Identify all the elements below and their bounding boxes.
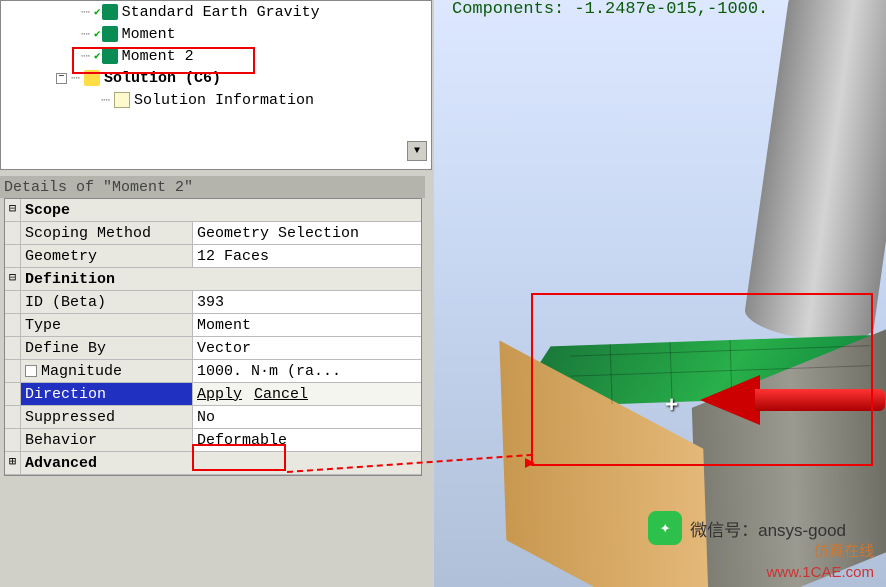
tree-item-gravity[interactable]: ┈✔ Standard Earth Gravity: [1, 1, 431, 23]
apply-button[interactable]: Apply: [197, 386, 242, 403]
row-scoping-method[interactable]: Scoping Method Geometry Selection: [5, 222, 421, 245]
check-icon: ✔: [94, 27, 101, 41]
check-icon: ✔: [94, 5, 101, 19]
annotation-arrowhead: [525, 458, 535, 468]
section-header: Definition: [21, 268, 421, 290]
expand-icon[interactable]: ⊞: [5, 452, 21, 474]
row-define-by[interactable]: Define By Vector: [5, 337, 421, 360]
collapse-icon[interactable]: −: [56, 73, 67, 84]
prop-key: Type: [21, 314, 193, 336]
components-readout: Components: -1.2487e-015,-1000.: [452, 0, 768, 19]
prop-key: Suppressed: [21, 406, 193, 428]
prop-value: Apply Cancel: [193, 383, 421, 405]
row-type[interactable]: Type Moment: [5, 314, 421, 337]
watermark-url: www.1CAE.com: [766, 564, 874, 581]
load-icon: [102, 26, 118, 42]
cancel-button[interactable]: Cancel: [254, 386, 308, 403]
prop-key: Geometry: [21, 245, 193, 267]
prop-value[interactable]: Vector: [193, 337, 421, 359]
load-icon: [102, 4, 118, 20]
wechat-text: 微信号：ansys-good: [690, 516, 846, 541]
section-scope[interactable]: ⊟ Scope: [5, 199, 421, 222]
prop-value[interactable]: No: [193, 406, 421, 428]
watermark-cn: 仿真在线: [814, 540, 874, 561]
prop-value[interactable]: 393: [193, 291, 421, 313]
scroll-down-button[interactable]: ▼: [407, 141, 427, 161]
prop-key: Behavior: [21, 429, 193, 451]
collapse-icon[interactable]: ⊟: [5, 268, 21, 290]
row-magnitude[interactable]: Magnitude 1000. N·m (ra...: [5, 360, 421, 383]
outline-tree: ┈✔ Standard Earth Gravity ┈✔ Moment ┈✔ M…: [0, 0, 432, 170]
wechat-icon: ✦: [648, 511, 682, 545]
annotation-box: [72, 47, 255, 74]
prop-key: Define By: [21, 337, 193, 359]
prop-key: ID (Beta): [21, 291, 193, 313]
details-title-text: Details of "Moment 2": [4, 179, 193, 196]
tree-label: Standard Earth Gravity: [122, 4, 320, 21]
tree-item-solution-info[interactable]: ┈ Solution Information: [1, 89, 431, 111]
prop-key: Direction: [21, 383, 193, 405]
prop-value[interactable]: 1000. N·m (ra...: [193, 360, 421, 382]
row-geometry[interactable]: Geometry 12 Faces: [5, 245, 421, 268]
details-grid: ⊟ Scope Scoping Method Geometry Selectio…: [4, 198, 422, 476]
prop-value[interactable]: Moment: [193, 314, 421, 336]
prop-key: Magnitude: [21, 360, 193, 382]
tree-item-moment[interactable]: ┈✔ Moment: [1, 23, 431, 45]
annotation-box: [531, 293, 873, 466]
row-suppressed[interactable]: Suppressed No: [5, 406, 421, 429]
tree-label: Moment: [122, 26, 176, 43]
prop-value[interactable]: 12 Faces: [193, 245, 421, 267]
collapse-icon[interactable]: ⊟: [5, 199, 21, 221]
section-definition[interactable]: ⊟ Definition: [5, 268, 421, 291]
details-panel-title: Details of "Moment 2": [0, 176, 425, 198]
prop-value[interactable]: Geometry Selection: [193, 222, 421, 244]
row-id-beta[interactable]: ID (Beta) 393: [5, 291, 421, 314]
prop-key: Scoping Method: [21, 222, 193, 244]
info-icon: [114, 92, 130, 108]
annotation-box: [192, 444, 286, 471]
section-header: Scope: [21, 199, 421, 221]
row-direction[interactable]: Direction Apply Cancel: [5, 383, 421, 406]
tree-label: Solution Information: [134, 92, 314, 109]
checkbox-icon[interactable]: [25, 365, 37, 377]
